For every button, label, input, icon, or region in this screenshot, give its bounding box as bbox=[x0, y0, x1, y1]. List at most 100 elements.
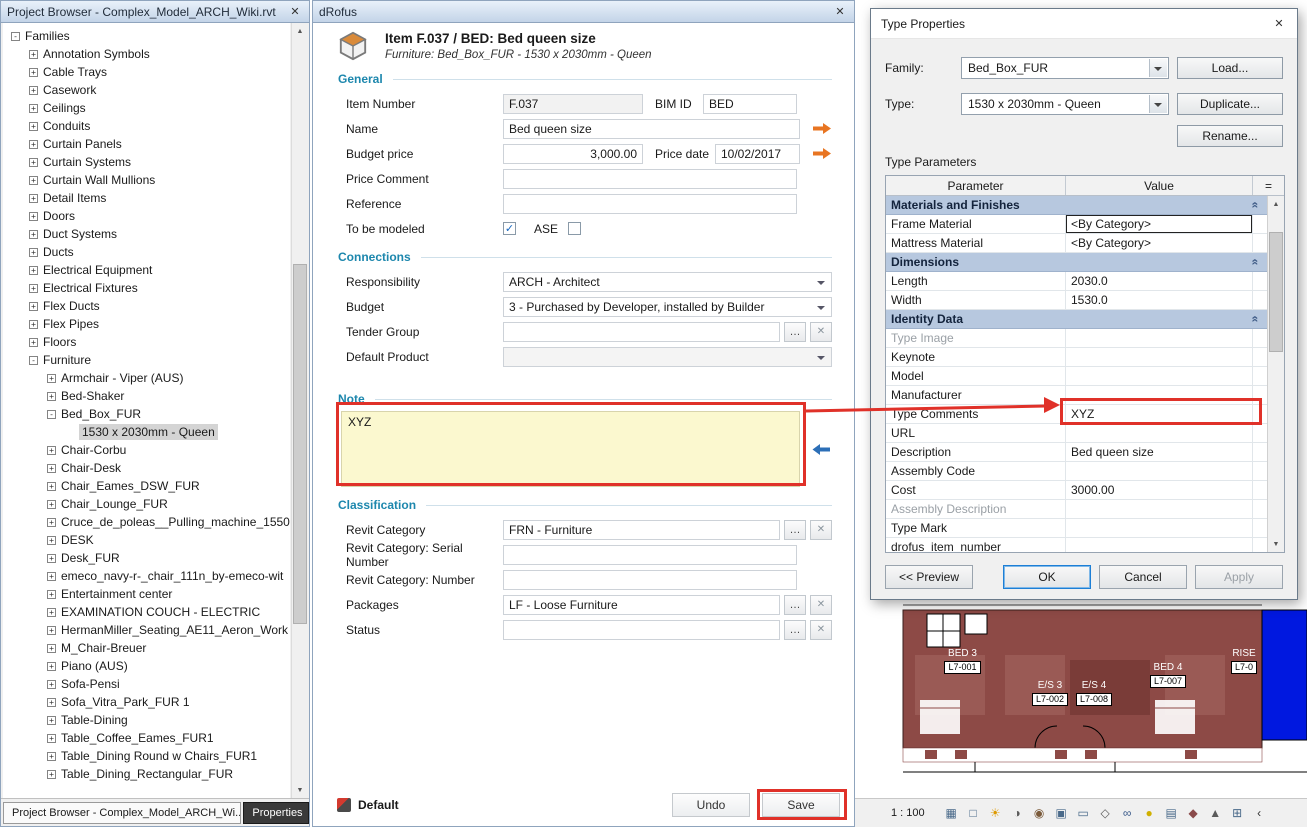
param-equalize-cell[interactable] bbox=[1253, 291, 1267, 309]
param-equalize-cell[interactable] bbox=[1253, 443, 1267, 461]
note-textarea[interactable]: XYZ bbox=[341, 411, 800, 487]
tree-expander-icon[interactable] bbox=[47, 536, 56, 545]
param-value[interactable] bbox=[1066, 462, 1253, 480]
tree-expander-icon[interactable] bbox=[47, 572, 56, 581]
tree-item[interactable]: Curtain Wall Mullions bbox=[3, 171, 290, 189]
pull-from-revit-arrow-icon[interactable] bbox=[812, 443, 831, 456]
tree-item[interactable]: Ceilings bbox=[3, 99, 290, 117]
scroll-down-icon[interactable] bbox=[292, 782, 308, 798]
tree-item[interactable]: Curtain Panels bbox=[3, 135, 290, 153]
serial-number-field[interactable] bbox=[503, 545, 797, 565]
param-equalize-cell[interactable] bbox=[1253, 405, 1267, 423]
param-value[interactable]: <By Category> bbox=[1066, 215, 1253, 233]
tree-item[interactable]: Armchair - Viper (AUS) bbox=[3, 369, 290, 387]
highlight-displacement-sets-icon[interactable]: ▲ bbox=[1207, 805, 1224, 822]
param-equalize-cell[interactable] bbox=[1253, 234, 1267, 252]
tree-expander-icon[interactable] bbox=[47, 716, 56, 725]
tree-item[interactable]: Floors bbox=[3, 333, 290, 351]
tender-group-field[interactable] bbox=[503, 322, 780, 342]
scale-button[interactable]: 1 : 100 bbox=[885, 805, 931, 821]
tree-expander-icon[interactable] bbox=[47, 626, 56, 635]
tree-item[interactable]: Table_Dining Round w Chairs_FUR1 bbox=[3, 747, 290, 765]
tree-expander-icon[interactable] bbox=[47, 482, 56, 491]
project-browser-titlebar[interactable]: Project Browser - Complex_Model_ARCH_Wik… bbox=[1, 1, 309, 23]
param-equalize-cell[interactable] bbox=[1253, 367, 1267, 385]
tree-item[interactable]: Table_Dining_Rectangular_FUR bbox=[3, 765, 290, 783]
tree-item[interactable]: Ducts bbox=[3, 243, 290, 261]
price-date-field[interactable]: 10/02/2017 bbox=[715, 144, 800, 164]
param-row[interactable]: URL bbox=[886, 424, 1267, 443]
apply-button[interactable]: Apply bbox=[1195, 565, 1283, 589]
budget-price-field[interactable]: 3,000.00 bbox=[503, 144, 643, 164]
tree-item[interactable]: Conduits bbox=[3, 117, 290, 135]
param-row[interactable]: Type Mark bbox=[886, 519, 1267, 538]
tree-expander-icon[interactable] bbox=[29, 356, 38, 365]
tree-scrollbar[interactable] bbox=[291, 23, 308, 798]
param-value[interactable] bbox=[1066, 538, 1253, 552]
tree-item[interactable]: Table-Dining bbox=[3, 711, 290, 729]
tree-item[interactable]: Curtain Systems bbox=[3, 153, 290, 171]
tree-item[interactable]: Annotation Symbols bbox=[3, 45, 290, 63]
tree-item[interactable]: Chair_Eames_DSW_FUR bbox=[3, 477, 290, 495]
reference-field[interactable] bbox=[503, 194, 797, 214]
revit-category-browse-button[interactable] bbox=[784, 520, 806, 540]
tree-expander-icon[interactable] bbox=[47, 518, 56, 527]
param-row[interactable]: Mattress Material <By Category> bbox=[886, 234, 1267, 253]
tree-expander-icon[interactable] bbox=[29, 302, 38, 311]
param-value[interactable] bbox=[1066, 367, 1253, 385]
param-equalize-cell[interactable] bbox=[1253, 519, 1267, 537]
sun-path-icon[interactable]: ☀ bbox=[987, 805, 1004, 822]
tree-item[interactable]: Cruce_de_poleas__Pulling_machine_1550 bbox=[3, 513, 290, 531]
tree-expander-icon[interactable] bbox=[47, 374, 56, 383]
tree-expander-icon[interactable] bbox=[29, 122, 38, 131]
param-equalize-cell[interactable] bbox=[1253, 462, 1267, 480]
default-status[interactable]: Default bbox=[337, 798, 399, 812]
param-row[interactable]: Assembly Code bbox=[886, 462, 1267, 481]
param-value[interactable]: 2030.0 bbox=[1066, 272, 1253, 290]
param-value[interactable] bbox=[1066, 500, 1253, 518]
tree-item[interactable]: Piano (AUS) bbox=[3, 657, 290, 675]
tree-expander-icon[interactable] bbox=[47, 734, 56, 743]
param-value[interactable]: 3000.00 bbox=[1066, 481, 1253, 499]
param-row[interactable]: Dimensions bbox=[886, 253, 1267, 272]
tree-expander-icon[interactable] bbox=[29, 194, 38, 203]
packages-field[interactable]: LF - Loose Furniture bbox=[503, 595, 780, 615]
tree-expander-icon[interactable] bbox=[29, 50, 38, 59]
tree-item[interactable]: Chair_Lounge_FUR bbox=[3, 495, 290, 513]
scroll-up-icon[interactable] bbox=[1268, 196, 1284, 212]
param-equalize-cell[interactable] bbox=[1253, 538, 1267, 552]
floor-plan-view[interactable] bbox=[855, 600, 1307, 798]
tree-expander-icon[interactable] bbox=[29, 140, 38, 149]
status-field[interactable] bbox=[503, 620, 780, 640]
tree-expander-icon[interactable] bbox=[29, 284, 38, 293]
tree-item[interactable]: Desk_FUR bbox=[3, 549, 290, 567]
name-field[interactable]: Bed queen size bbox=[503, 119, 800, 139]
budget-select[interactable]: 3 - Purchased by Developer, installed by… bbox=[503, 297, 832, 317]
ok-button[interactable]: OK bbox=[1003, 565, 1091, 589]
scroll-track[interactable] bbox=[1268, 212, 1284, 536]
param-row[interactable]: Type Image bbox=[886, 329, 1267, 348]
scroll-track[interactable] bbox=[292, 39, 308, 782]
tree-item[interactable]: Cable Trays bbox=[3, 63, 290, 81]
param-row[interactable]: Type Comments XYZ bbox=[886, 405, 1267, 424]
param-equalize-cell[interactable] bbox=[1253, 329, 1267, 347]
tree-expander-icon[interactable] bbox=[29, 104, 38, 113]
tree-expander-icon[interactable] bbox=[47, 770, 56, 779]
param-row[interactable]: Length 2030.0 bbox=[886, 272, 1267, 291]
tree-item[interactable]: Flex Ducts bbox=[3, 297, 290, 315]
type-properties-titlebar[interactable]: Type Properties bbox=[871, 9, 1297, 39]
tender-group-browse-button[interactable] bbox=[784, 322, 806, 342]
tree-item[interactable]: Entertainment center bbox=[3, 585, 290, 603]
tree-item[interactable]: Doors bbox=[3, 207, 290, 225]
tree-item[interactable]: Sofa_Vitra_Park_FUR 1 bbox=[3, 693, 290, 711]
rendering-dialog-icon[interactable]: ◉ bbox=[1031, 805, 1048, 822]
to-be-modeled-checkbox[interactable] bbox=[503, 222, 516, 235]
tree-expander-icon[interactable] bbox=[47, 446, 56, 455]
lock-3d-view-icon[interactable]: ◇ bbox=[1097, 805, 1114, 822]
tree-expander-icon[interactable] bbox=[29, 248, 38, 257]
tree-item[interactable]: Electrical Equipment bbox=[3, 261, 290, 279]
param-equalize-cell[interactable] bbox=[1253, 386, 1267, 404]
tree-expander-icon[interactable] bbox=[47, 554, 56, 563]
revit-category-field[interactable]: FRN - Furniture bbox=[503, 520, 780, 540]
tree-item[interactable]: EXAMINATION COUCH - ELECTRIC bbox=[3, 603, 290, 621]
